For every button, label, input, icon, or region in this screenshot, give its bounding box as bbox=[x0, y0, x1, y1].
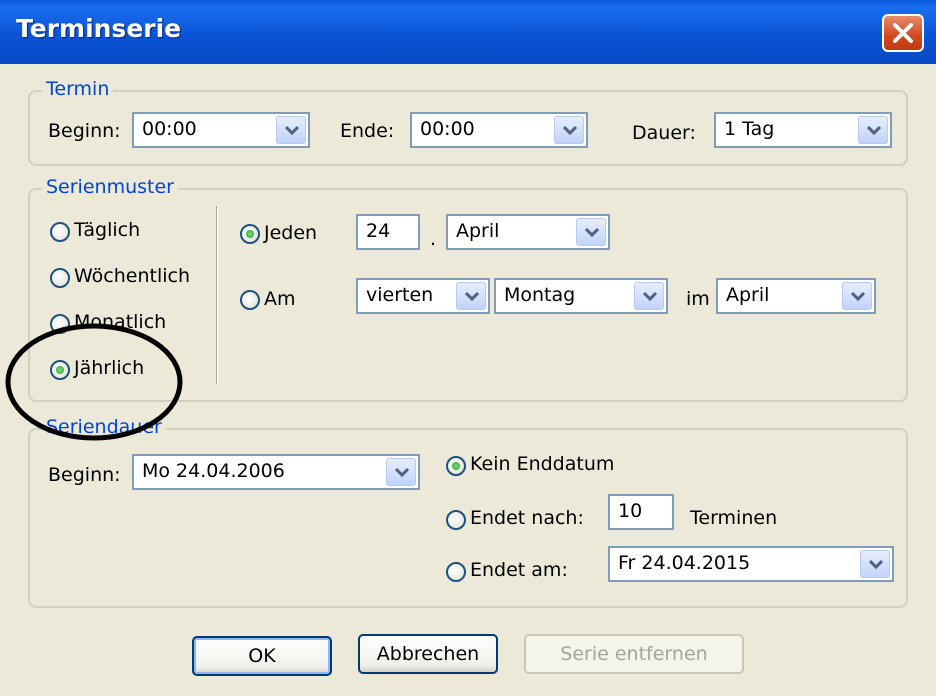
jeden-month-value: April bbox=[456, 220, 500, 242]
termin-ende-label: Ende: bbox=[340, 120, 395, 142]
serienmuster-legend: Serienmuster bbox=[42, 176, 178, 198]
title-bar[interactable]: Terminserie bbox=[0, 0, 936, 64]
jeden-separator: . bbox=[430, 228, 437, 250]
termin-dauer-label: Dauer: bbox=[632, 122, 696, 144]
am-weekday-value: Montag bbox=[504, 284, 576, 306]
radio-kein-enddatum-label[interactable]: Kein Enddatum bbox=[470, 453, 614, 475]
termin-beginn-value: 00:00 bbox=[142, 118, 197, 140]
radio-taeglich[interactable] bbox=[50, 222, 70, 242]
seriendauer-beginn-value: Mo 24.04.2006 bbox=[142, 460, 285, 482]
ok-button[interactable]: OK bbox=[192, 636, 332, 676]
window-title: Terminserie bbox=[16, 14, 182, 43]
im-label: im bbox=[686, 288, 710, 310]
am-month-value: April bbox=[726, 284, 770, 306]
chevron-down-icon[interactable] bbox=[456, 282, 486, 310]
chevron-down-icon[interactable] bbox=[634, 282, 664, 310]
radio-am[interactable] bbox=[240, 290, 260, 310]
termin-dauer-value: 1 Tag bbox=[724, 118, 775, 140]
close-button[interactable] bbox=[882, 14, 924, 52]
chevron-down-icon[interactable] bbox=[276, 116, 306, 144]
termin-beginn-label: Beginn: bbox=[48, 120, 121, 142]
abbrechen-button[interactable]: Abbrechen bbox=[358, 634, 498, 674]
dialog-window: Terminserie Termin Beginn: 00:00 Ende: 0… bbox=[0, 0, 936, 696]
chevron-down-icon[interactable] bbox=[860, 550, 890, 578]
radio-taeglich-label[interactable]: Täglich bbox=[74, 219, 140, 241]
jeden-day-value: 24 bbox=[366, 220, 391, 242]
vertical-divider bbox=[216, 206, 218, 384]
endet-nach-input[interactable]: 10 bbox=[608, 494, 674, 530]
chevron-down-icon[interactable] bbox=[554, 116, 584, 144]
jeden-month-select[interactable]: April bbox=[446, 214, 610, 250]
termin-ende-select[interactable]: 00:00 bbox=[410, 112, 588, 148]
am-weekday-select[interactable]: Montag bbox=[494, 278, 668, 314]
radio-jeden-label[interactable]: Jeden bbox=[264, 222, 317, 244]
seriendauer-beginn-label: Beginn: bbox=[48, 464, 121, 486]
endet-am-select[interactable]: Fr 24.04.2015 bbox=[608, 546, 894, 582]
am-ordinal-value: vierten bbox=[366, 284, 434, 306]
serie-entfernen-button[interactable]: Serie entfernen bbox=[524, 634, 744, 674]
jeden-day-input[interactable]: 24 bbox=[356, 214, 420, 250]
radio-kein-enddatum[interactable] bbox=[446, 456, 466, 476]
chevron-down-icon[interactable] bbox=[858, 116, 888, 144]
radio-endet-am-label[interactable]: Endet am: bbox=[470, 559, 568, 581]
am-month-select[interactable]: April bbox=[716, 278, 876, 314]
radio-woechentlich-label[interactable]: Wöchentlich bbox=[74, 265, 190, 287]
radio-am-label[interactable]: Am bbox=[264, 288, 296, 310]
chevron-down-icon[interactable] bbox=[842, 282, 872, 310]
chevron-down-icon[interactable] bbox=[386, 458, 416, 486]
radio-selected-dot bbox=[246, 230, 254, 238]
radio-jeden[interactable] bbox=[240, 224, 260, 244]
radio-endet-am[interactable] bbox=[446, 562, 466, 582]
chevron-down-icon[interactable] bbox=[576, 218, 606, 246]
termin-legend: Termin bbox=[42, 78, 114, 100]
close-icon bbox=[893, 23, 913, 43]
endet-nach-value: 10 bbox=[618, 500, 643, 522]
seriendauer-beginn-select[interactable]: Mo 24.04.2006 bbox=[132, 454, 420, 490]
radio-endet-nach-label[interactable]: Endet nach: bbox=[470, 507, 584, 529]
termin-ende-value: 00:00 bbox=[420, 118, 475, 140]
termin-dauer-select[interactable]: 1 Tag bbox=[714, 112, 892, 148]
radio-selected-dot bbox=[452, 462, 460, 470]
annotation-circle bbox=[5, 323, 183, 441]
endet-am-value: Fr 24.04.2015 bbox=[618, 552, 751, 574]
radio-endet-nach[interactable] bbox=[446, 510, 466, 530]
terminen-label: Terminen bbox=[690, 507, 778, 529]
am-ordinal-select[interactable]: vierten bbox=[356, 278, 490, 314]
termin-beginn-select[interactable]: 00:00 bbox=[132, 112, 310, 148]
radio-woechentlich[interactable] bbox=[50, 268, 70, 288]
